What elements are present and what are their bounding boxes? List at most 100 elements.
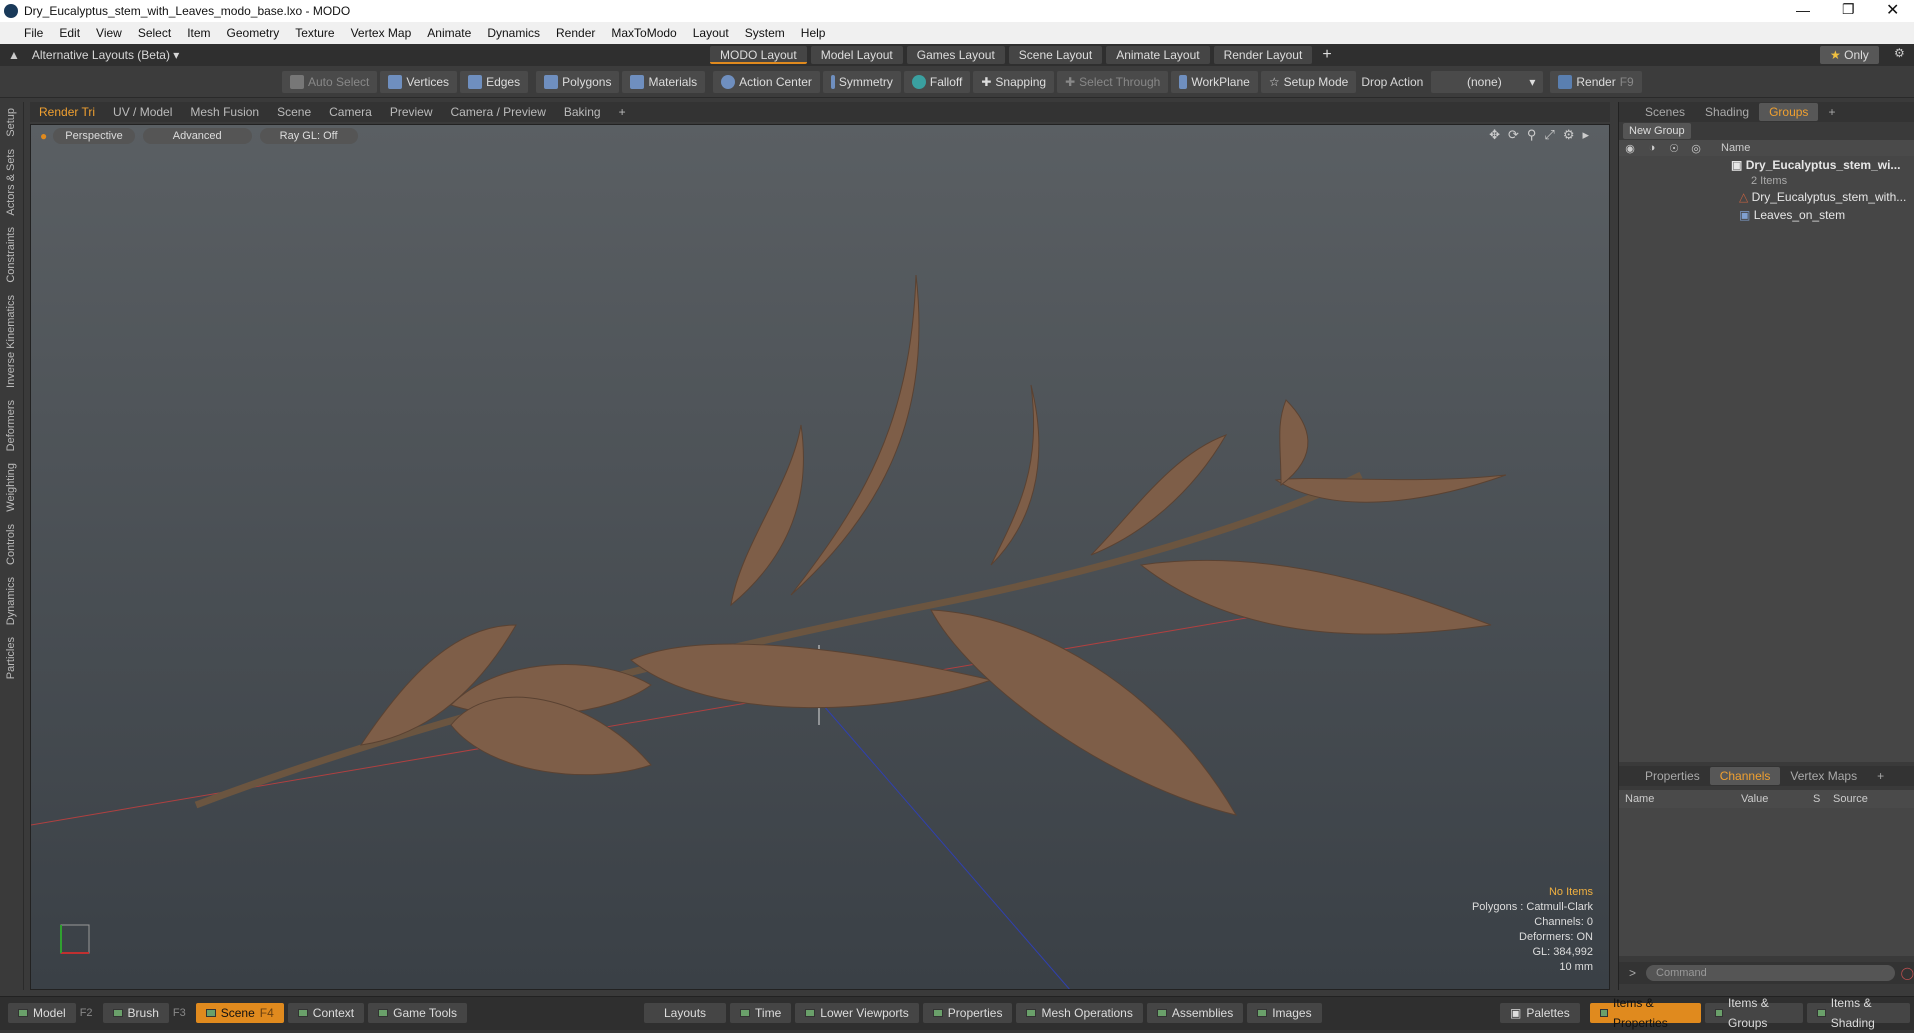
tab-controls[interactable]: Controls xyxy=(5,518,17,571)
layouts-button[interactable]: Layouts xyxy=(644,1003,727,1023)
tab-actors-sets[interactable]: Actors & Sets xyxy=(5,143,17,222)
add-tab-icon[interactable]: + xyxy=(610,103,635,121)
tab-constraints[interactable]: Constraints xyxy=(5,221,17,289)
minimize-icon[interactable]: — xyxy=(1796,2,1810,18)
raygl-button[interactable]: Ray GL: Off xyxy=(259,128,358,144)
vertices-button[interactable]: Vertices xyxy=(380,71,458,93)
menu-render[interactable]: Render xyxy=(548,26,603,40)
game-tools-button[interactable]: Game Tools xyxy=(368,1003,467,1023)
scene-button[interactable]: Scene F4 xyxy=(195,1003,284,1023)
tab-setup[interactable]: Setup xyxy=(5,102,17,143)
menu-edit[interactable]: Edit xyxy=(51,26,88,40)
viewport-menu-icon[interactable]: ● xyxy=(40,129,47,143)
tab-inverse-kinematics[interactable]: Inverse Kinematics xyxy=(5,289,17,394)
tab-dynamics[interactable]: Dynamics xyxy=(5,571,17,631)
record-icon[interactable]: ◯ xyxy=(1901,966,1914,980)
model-button[interactable]: Model xyxy=(8,1003,76,1023)
workplane-button[interactable]: WorkPlane xyxy=(1171,71,1258,93)
tab-groups[interactable]: Groups xyxy=(1759,103,1819,121)
action-center-button[interactable]: Action Center xyxy=(713,71,820,93)
menu-file[interactable]: File xyxy=(16,26,51,40)
tab-uv-model[interactable]: UV / Model xyxy=(104,103,181,121)
tab-render-layout[interactable]: Render Layout xyxy=(1213,46,1313,64)
tab-shading[interactable]: Shading xyxy=(1695,103,1759,121)
items-groups-button[interactable]: Items & Groups xyxy=(1704,996,1804,1030)
menu-maxtomodo[interactable]: MaxToModo xyxy=(603,26,684,40)
time-button[interactable]: Time xyxy=(730,1003,792,1023)
menu-help[interactable]: Help xyxy=(793,26,834,40)
materials-button[interactable]: Materials xyxy=(622,71,706,93)
tab-baking[interactable]: Baking xyxy=(555,103,610,121)
setup-mode-button[interactable]: ☆ Setup Mode xyxy=(1260,71,1357,93)
tab-animate-layout[interactable]: Animate Layout xyxy=(1106,46,1210,64)
palettes-button[interactable]: ▣ Palettes xyxy=(1500,1003,1580,1023)
tree-item-stem[interactable]: △ Dry_Eucalyptus_stem_with... xyxy=(1619,188,1914,206)
new-group-button[interactable]: New Group xyxy=(1623,123,1691,139)
menu-vertex-map[interactable]: Vertex Map xyxy=(343,26,420,40)
tab-channels[interactable]: Channels xyxy=(1709,767,1781,785)
menu-texture[interactable]: Texture xyxy=(287,26,342,40)
context-button[interactable]: Context xyxy=(287,1003,365,1023)
items-shading-button[interactable]: Items & Shading xyxy=(1807,996,1910,1030)
menu-dynamics[interactable]: Dynamics xyxy=(479,26,548,40)
drop-action-select[interactable]: (none) ▾ xyxy=(1431,71,1544,93)
only-button[interactable]: ★ Only xyxy=(1820,46,1879,64)
brush-button[interactable]: Brush xyxy=(102,1003,169,1023)
tab-deformers[interactable]: Deformers xyxy=(5,394,17,457)
select-through-button[interactable]: ✚ Select Through xyxy=(1057,71,1169,93)
menu-item[interactable]: Item xyxy=(179,26,218,40)
tab-scene-layout[interactable]: Scene Layout xyxy=(1008,46,1103,64)
alt-layouts-dropdown[interactable]: Alternative Layouts (Beta) ▾ xyxy=(32,48,179,62)
menu-animate[interactable]: Animate xyxy=(419,26,479,40)
add-bottom-tab-icon[interactable]: + xyxy=(1867,767,1894,785)
menu-geometry[interactable]: Geometry xyxy=(219,26,288,40)
tab-camera[interactable]: Camera xyxy=(320,103,381,121)
auto-select-button[interactable]: Auto Select xyxy=(282,71,378,93)
command-input[interactable]: Command xyxy=(1646,965,1895,981)
rotate-icon[interactable]: ⟳ xyxy=(1508,127,1519,143)
tab-render-tri[interactable]: Render Tri xyxy=(30,103,104,121)
menu-select[interactable]: Select xyxy=(130,26,179,40)
perspective-button[interactable]: Perspective xyxy=(53,128,135,144)
upload-icon[interactable]: ▲ xyxy=(8,48,20,62)
tab-particles[interactable]: Particles xyxy=(5,631,17,685)
tab-camera-preview[interactable]: Camera / Preview xyxy=(442,103,555,121)
snapping-button[interactable]: ✚ Snapping xyxy=(973,71,1055,93)
3d-viewport[interactable]: No Items Polygons : Catmull-Clark Channe… xyxy=(30,124,1610,990)
polygons-button[interactable]: Polygons xyxy=(536,71,620,93)
add-layout-icon[interactable]: + xyxy=(1322,46,1331,64)
images-button[interactable]: Images xyxy=(1247,1003,1322,1023)
tab-vertex-maps[interactable]: Vertex Maps xyxy=(1780,767,1867,785)
edges-button[interactable]: Edges xyxy=(460,71,529,93)
tab-weighting[interactable]: Weighting xyxy=(5,457,17,518)
close-icon[interactable]: ✕ xyxy=(1886,0,1899,20)
tab-scenes[interactable]: Scenes xyxy=(1635,103,1695,121)
menu-layout[interactable]: Layout xyxy=(685,26,737,40)
render-button[interactable]: Render F9 xyxy=(1550,71,1642,93)
viewport-gear-icon[interactable]: ⚙ xyxy=(1563,127,1575,143)
assemblies-button[interactable]: Assemblies xyxy=(1146,1003,1244,1023)
gear-icon[interactable]: ⚙ xyxy=(1894,46,1905,60)
tab-preview[interactable]: Preview xyxy=(381,103,442,121)
falloff-button[interactable]: Falloff xyxy=(903,71,971,93)
tab-properties[interactable]: Properties xyxy=(1635,767,1710,785)
properties-button[interactable]: Properties xyxy=(922,1003,1013,1023)
tab-model-layout[interactable]: Model Layout xyxy=(810,46,903,64)
items-properties-button[interactable]: Items & Properties xyxy=(1589,996,1701,1030)
expand-arrow-icon[interactable]: ▸ xyxy=(1582,127,1589,143)
menu-view[interactable]: View xyxy=(88,26,130,40)
pan-icon[interactable]: ✥ xyxy=(1489,127,1500,143)
mesh-operations-button[interactable]: Mesh Operations xyxy=(1016,1003,1143,1023)
fit-icon[interactable]: ⤢ xyxy=(1544,127,1554,143)
maximize-icon[interactable]: ❐ xyxy=(1842,1,1855,18)
advanced-button[interactable]: Advanced xyxy=(142,128,252,144)
zoom-icon[interactable]: ⚲ xyxy=(1527,127,1537,143)
add-panel-tab-icon[interactable]: + xyxy=(1818,103,1845,121)
tab-mesh-fusion[interactable]: Mesh Fusion xyxy=(181,103,268,121)
tab-scene[interactable]: Scene xyxy=(268,103,320,121)
menu-system[interactable]: System xyxy=(737,26,793,40)
tree-item-leaves[interactable]: ▣ Leaves_on_stem xyxy=(1619,206,1914,224)
lower-viewports-button[interactable]: Lower Viewports xyxy=(795,1003,919,1023)
tab-games-layout[interactable]: Games Layout xyxy=(906,46,1005,64)
group-row[interactable]: ▣ Dry_Eucalyptus_stem_wi... xyxy=(1619,156,1914,174)
